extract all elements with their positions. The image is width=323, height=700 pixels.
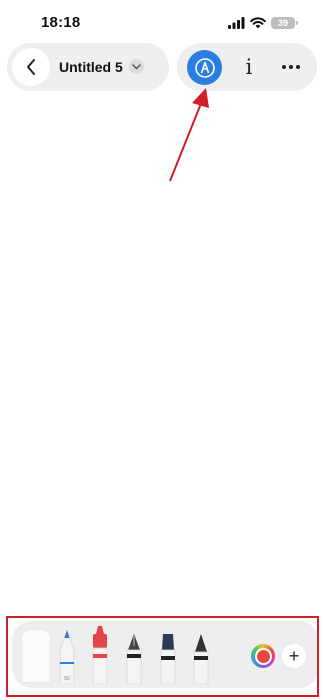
markup-button[interactable] [187,50,222,85]
more-button[interactable] [276,52,306,82]
info-button[interactable]: i [236,52,262,82]
info-icon: i [245,55,253,79]
battery-indicator: 39 [271,17,298,29]
drawing-canvas[interactable] [0,96,323,616]
status-bar: 18:18 39 [0,0,323,46]
status-time: 18:18 [41,14,81,31]
document-title[interactable]: Untitled 5 [59,59,123,75]
pen-tip-icon [194,57,215,78]
battery-level: 39 [277,18,288,28]
status-icons: 39 [228,16,298,30]
chevron-down-icon [132,63,141,70]
ellipsis-icon [281,65,302,69]
title-menu-button[interactable] [129,59,144,74]
back-button[interactable] [12,48,50,86]
chevron-left-icon [27,59,35,75]
cellular-signal-icon [228,17,245,29]
wifi-icon [250,17,266,29]
palette-highlight-box [6,616,319,697]
